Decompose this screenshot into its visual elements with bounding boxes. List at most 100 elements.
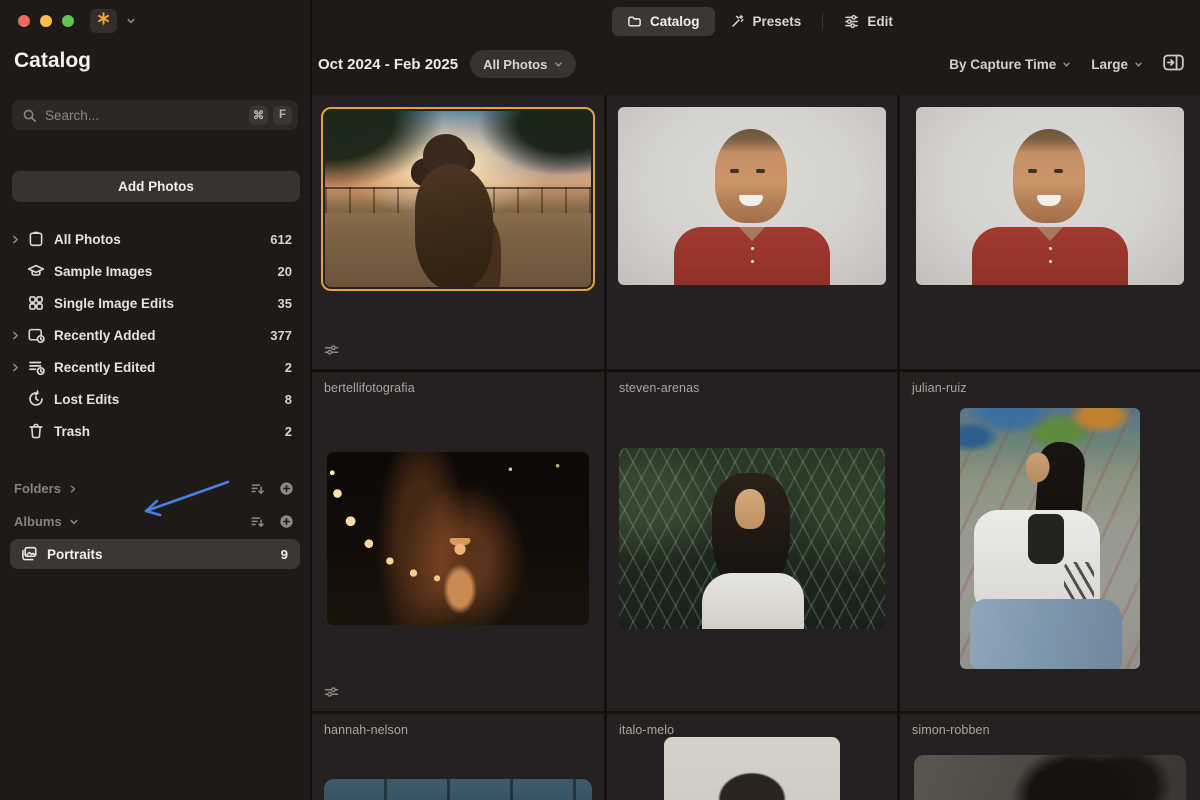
selected-photo-frame <box>321 107 595 291</box>
photo-frame <box>914 737 1186 800</box>
photo-thumbnail-sunset-woman[interactable] <box>325 111 591 287</box>
main-area: Catalog Presets Edit Oct 2024 - Feb 2025 A… <box>312 0 1200 800</box>
history-icon <box>27 390 45 408</box>
sidebar-item-label: Recently Edited <box>54 359 156 375</box>
sidebar-item-count: 35 <box>277 295 292 311</box>
close-window-button[interactable] <box>18 15 30 27</box>
photo-caption: hannah-nelson <box>324 723 409 737</box>
sidebar-item-recently-edited[interactable]: Recently Edited 2 <box>0 351 310 383</box>
edited-indicator-icon <box>324 344 339 356</box>
app-logo-button[interactable] <box>90 9 117 33</box>
catalog-toolbar: Oct 2024 - Feb 2025 All Photos By Captur… <box>312 44 1200 84</box>
chevron-down-icon <box>1134 60 1143 69</box>
sidebar-item-label: Recently Added <box>54 327 156 343</box>
sidebar-item-label: Trash <box>54 423 91 439</box>
photo-thumbnail-partial-portrait-light[interactable] <box>664 737 840 800</box>
sidebar-section-folders[interactable]: Folders <box>0 472 310 505</box>
mode-tabbar: Catalog Presets Edit <box>612 6 908 36</box>
photo-cell[interactable] <box>607 95 897 369</box>
sidebar-item-recently-added[interactable]: Recently Added 377 <box>0 319 310 351</box>
sidebar-item-single-image-edits[interactable]: Single Image Edits 35 <box>0 287 310 319</box>
photo-cell[interactable]: simon-robben <box>900 714 1200 800</box>
chevron-right-icon <box>10 234 25 245</box>
list-badge-icon <box>27 358 45 376</box>
filter-dropdown[interactable]: All Photos <box>470 50 577 78</box>
photo-caption: italo-melo <box>619 723 675 737</box>
graduation-cap-icon <box>27 262 45 280</box>
sidebar-item-count: 2 <box>284 423 292 439</box>
sidebar-item-count: 8 <box>284 391 292 407</box>
image-badge-icon <box>27 326 45 344</box>
tab-presets[interactable]: Presets <box>715 7 817 36</box>
sort-albums-icon[interactable] <box>250 514 265 529</box>
photo-cell[interactable] <box>312 95 604 369</box>
photo-frame <box>664 737 840 800</box>
chevron-down-icon <box>69 517 79 527</box>
shortcut-f-key: F <box>273 105 292 125</box>
window-controls <box>18 15 74 27</box>
sidebar-item-label: Single Image Edits <box>54 295 175 311</box>
titlebar <box>0 0 310 42</box>
sidebar-title: Catalog <box>14 49 92 72</box>
photo-thumbnail-woman-graffiti[interactable] <box>960 407 1140 669</box>
sidebar-item-count: 20 <box>277 263 292 279</box>
chevron-right-icon <box>10 362 25 373</box>
minimize-window-button[interactable] <box>40 15 52 27</box>
sidebar-library-list: All Photos 612 Sample Images 20 Single Image… <box>0 223 310 447</box>
date-range-label: Oct 2024 - Feb 2025 <box>318 55 459 73</box>
tab-edit[interactable]: Edit <box>829 7 908 36</box>
folder-icon <box>627 14 642 29</box>
photo-thumbnail-red-polo-man-b[interactable] <box>916 107 1184 285</box>
photos-icon <box>20 545 38 563</box>
photo-thumbnail-partial-portrait-dark[interactable] <box>914 755 1186 800</box>
tab-catalog[interactable]: Catalog <box>612 6 715 36</box>
photo-caption: bertellifotografia <box>324 381 415 395</box>
sidebar-item-label: Lost Edits <box>54 391 120 407</box>
photo-frame <box>327 451 589 625</box>
tab-separator <box>822 13 824 29</box>
photo-cell[interactable]: italo-melo <box>607 714 897 800</box>
photo-cell[interactable] <box>900 95 1200 369</box>
sort-label: By Capture Time <box>949 56 1057 72</box>
albums-label: Albums <box>14 514 62 529</box>
sidebar-item-trash[interactable]: Trash 2 <box>0 415 310 447</box>
photo-cell[interactable]: hannah-nelson <box>312 714 604 800</box>
sidebar-item-sample-images[interactable]: Sample Images 20 <box>0 255 310 287</box>
album-count: 9 <box>280 546 288 562</box>
photo-caption: julian-ruiz <box>912 381 967 395</box>
search-input[interactable]: Search... ⌘ F <box>12 100 298 130</box>
photo-thumbnail-woman-fence[interactable] <box>619 447 885 629</box>
size-dropdown[interactable]: Large <box>1091 57 1143 72</box>
photo-frame <box>619 447 885 629</box>
photo-thumbnail-girl-string-lights[interactable] <box>327 451 589 625</box>
photo-cell[interactable]: julian-ruiz <box>900 372 1200 711</box>
filter-label: All Photos <box>483 56 548 72</box>
chevron-down-icon[interactable] <box>126 16 136 26</box>
album-label: Portraits <box>47 546 103 562</box>
chevron-right-icon <box>68 484 78 494</box>
sidebar-item-all-photos[interactable]: All Photos 612 <box>0 223 310 255</box>
shortcut-command-key: ⌘ <box>249 105 268 125</box>
sort-folders-icon[interactable] <box>250 481 265 496</box>
sort-dropdown[interactable]: By Capture Time <box>949 57 1071 72</box>
panel-toggle-button[interactable] <box>1163 54 1184 74</box>
chevron-right-icon <box>10 330 25 341</box>
sidebar-item-count: 612 <box>270 231 292 247</box>
sidebar-section-albums[interactable]: Albums <box>0 505 310 538</box>
photo-cell[interactable]: steven-arenas <box>607 372 897 711</box>
add-album-button[interactable] <box>279 514 294 529</box>
sidebar-item-lost-edits[interactable]: Lost Edits 8 <box>0 383 310 415</box>
photo-frame <box>324 737 592 800</box>
photo-caption: steven-arenas <box>619 381 700 395</box>
photo-frame <box>960 407 1140 669</box>
sidebar-item-portraits[interactable]: Portraits 9 <box>10 539 300 569</box>
photo-thumbnail-red-polo-man-a[interactable] <box>618 107 886 285</box>
add-folder-button[interactable] <box>279 481 294 496</box>
zoom-window-button[interactable] <box>62 15 74 27</box>
chevron-down-icon <box>1062 60 1071 69</box>
size-label: Large <box>1091 56 1128 72</box>
add-photos-button[interactable]: Add Photos <box>12 171 300 202</box>
photo-print-icon <box>27 230 45 248</box>
photo-cell[interactable]: bertellifotografia <box>312 372 604 711</box>
photo-thumbnail-partial-couch[interactable] <box>324 779 592 800</box>
